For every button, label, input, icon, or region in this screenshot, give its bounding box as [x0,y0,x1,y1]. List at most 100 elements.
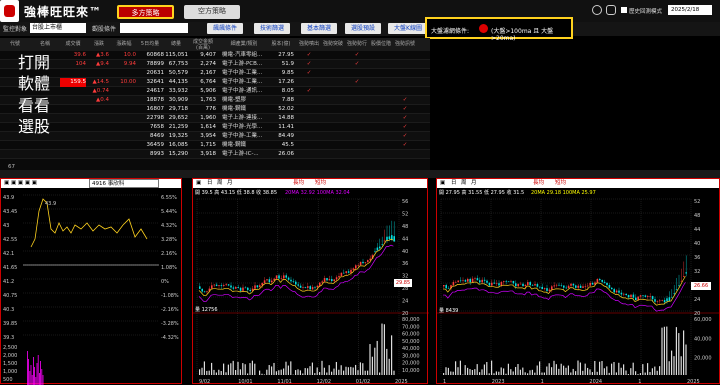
tab-day[interactable]: 日 [207,179,213,188]
col-signal-3[interactable]: 強勢勢行 [346,38,368,51]
tab-day-right[interactable]: 日 [451,179,457,188]
table-row[interactable]: 846919,3253,954電子中游-工業...84.49✓ [0,132,430,141]
candle-body [532,285,534,286]
col-change-pct[interactable]: 漲跌幅 [112,38,136,51]
col-price[interactable]: 成交價 [60,38,86,51]
candle-body [515,283,517,286]
table-row[interactable]: 3645916,0851,715機電-鋼鐵45.5✓ [0,141,430,150]
candle-body [611,288,613,289]
filter-button-preset[interactable]: 選股預設 [345,23,381,34]
candle-body [393,236,395,241]
pct-axis-label: 2.16% [161,251,177,257]
col-amount[interactable]: 成交金額(百萬) [190,38,216,51]
col-signal-5[interactable]: 強勢訊號 [394,38,416,51]
candle-body [457,281,459,282]
history-label: 歷史回測模式 [629,7,662,15]
candle-body [633,295,635,298]
table-cell: 16,085 [164,141,188,150]
tab-month[interactable]: 月 [227,179,233,188]
tab-long-strategy[interactable]: 多方策略 [117,5,174,19]
short-ma-toggle-right[interactable]: 短均 [555,179,566,188]
volume-bar [484,364,485,375]
table-cell: 29,718 [164,105,188,114]
candle-body [645,295,647,296]
candle-body [558,285,560,286]
col-capital[interactable]: 股本(億) [268,38,294,51]
volume-bar [213,370,214,375]
table-row[interactable]: 39.6▲3.610.060868115,0519,407機電-汽車零組...2… [0,51,430,60]
table-row[interactable]: 1680729,718776機電-鋼鐵52.02✓ [0,105,430,114]
date-input[interactable]: 2025/2/18 [668,5,712,15]
volume-bar [527,373,528,375]
price-axis-label: 36 [402,261,408,267]
table-row[interactable]: ▲0.41887830,9091,763機電-塑膠7.88✓ [0,96,430,105]
headset-icon[interactable] [606,5,616,15]
volume-bar [589,369,590,375]
history-checkbox[interactable] [621,7,627,13]
col-signal-4[interactable]: 股價位階 [370,38,392,51]
candle-body [556,285,558,286]
short-ma-toggle[interactable]: 短均 [315,179,326,188]
table-cell: 7658 [136,123,164,132]
filter-button-basic[interactable]: 基本篩選 [301,23,337,34]
table-cell: 5,906 [190,87,216,96]
table-row[interactable]: ▲0.742461733,9325,906電子中游-通訊...8.05✓ [0,87,430,96]
help-icon[interactable] [592,5,602,15]
volume-bar [592,372,593,375]
table-cell [60,141,86,150]
table-cell: 電子中游-工業... [222,132,266,141]
col-signal-2[interactable]: 強勢突破 [322,38,344,51]
table-row[interactable]: 899315,2903,918電子上游-IC-...26.06 [0,150,430,159]
volume-axis-label: 10,000 [402,368,420,374]
volume-bar [443,373,444,375]
tab-short-strategy[interactable]: 空方策略 [184,5,240,19]
table-cell: 24617 [136,87,164,96]
tab-icon: ▣ [196,179,201,188]
col-change[interactable]: 漲跌 [89,38,109,51]
category-select[interactable] [120,23,188,33]
market-filter-condition: (大盤>100ma 且 大盤>20ma) [491,26,571,42]
signal-check-icon: ✓ [394,141,416,150]
volume-bar [486,362,487,375]
candle-body [546,288,548,291]
candle-body [218,285,220,286]
candle-body [199,286,201,289]
volume-bar [269,365,270,375]
volume-bar [489,373,490,375]
volume-bar [652,368,653,375]
volume-bar [33,357,34,385]
volume-bar [505,374,506,375]
table-row[interactable]: 2279829,6521,960電子上游-連接...14.88✓ [0,114,430,123]
long-ma-toggle[interactable]: 長均 [293,179,304,188]
tab-week[interactable]: 周 [217,179,223,188]
volume-bar [556,364,557,375]
filter-button-speed[interactable]: 飆飆條件 [207,23,243,34]
candle-body [377,248,379,251]
col-volume[interactable]: 總量 [164,38,188,51]
candle-body [360,262,362,265]
daily-toolbar: ▣ 日 周 月 長均 短均 [193,179,427,188]
long-ma-toggle-right[interactable]: 長均 [533,179,544,188]
table-row[interactable]: 2063150,5792,167電子中游-工業...9.85✓ [0,69,430,78]
volume-bar [240,369,241,375]
table-cell: 18878 [136,96,164,105]
stock-selector[interactable]: 4916 事欣科 [89,179,159,188]
volume-bar [40,361,41,385]
col-industry[interactable]: 細產業/類別 [222,38,266,51]
table-cell: 30,909 [164,96,188,105]
monitor-select[interactable]: 台股上市櫃 [30,23,86,33]
filter-button-kline[interactable]: 大盤K線圖 [388,23,428,34]
table-row[interactable]: 765821,2591,614電子中游-光學...11.41✓ [0,123,430,132]
tab-month-right[interactable]: 月 [471,179,477,188]
table-row[interactable]: 104▲9.49.947889967,7532,274電子上游-PCB...51… [0,60,430,69]
col-5d-volume[interactable]: 5日均量 [136,38,164,51]
filter-button-tech[interactable]: 技術篩選 [254,23,290,34]
col-signal-1[interactable]: 強勢噴出 [298,38,320,51]
table-cell: ▲9.4 [89,60,109,69]
volume-bar [457,367,458,375]
table-row[interactable]: 159.5▲14.510.003264144,1356,764電子中游-工業..… [0,78,430,87]
tab-week-right[interactable]: 周 [461,179,467,188]
price-axis-label: 43.9 [3,195,14,201]
col-code[interactable]: 代號 [6,38,24,51]
col-name[interactable]: 名稱 [34,38,56,51]
